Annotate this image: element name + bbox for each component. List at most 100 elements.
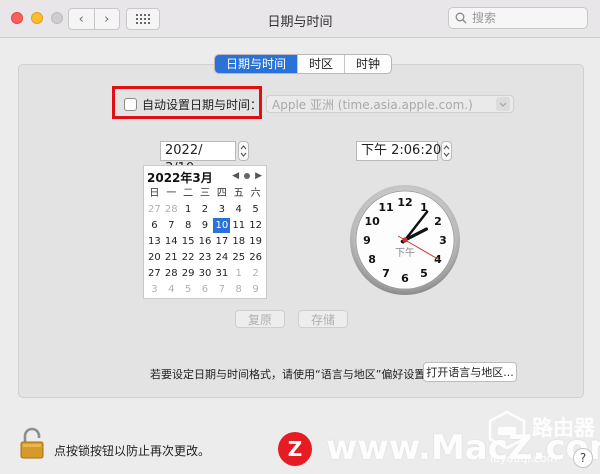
calendar-day[interactable]: 6: [146, 218, 163, 233]
calendar-day[interactable]: 20: [146, 250, 163, 265]
calendar-day[interactable]: 27: [146, 266, 163, 281]
calendar-day[interactable]: 10: [213, 218, 231, 233]
calendar-day[interactable]: 26: [247, 250, 264, 265]
calendar-header: 2022年3月 ◀ ▶: [144, 166, 266, 186]
calendar-day[interactable]: 27: [146, 202, 163, 217]
format-hint: 若要设定日期与时间格式，请使用“语言与地区”偏好设置。: [150, 368, 437, 381]
calendar: 2022年3月 ◀ ▶ 日一二三四五六 27 28 1 2 3 4 5 6 7 8 9 10 11 12 13…: [143, 165, 267, 299]
calendar-prev-button[interactable]: ◀: [232, 171, 239, 181]
calendar-day[interactable]: 8: [180, 218, 197, 233]
time-field[interactable]: 下午 2:06:20: [356, 141, 441, 161]
stepper-up-icon[interactable]: [240, 145, 247, 150]
lock-hint: 点按锁按钮以防止再次更改。: [54, 444, 211, 458]
calendar-day[interactable]: 2: [247, 266, 264, 281]
calendar-weekday: 五: [233, 188, 244, 199]
calendar-day[interactable]: 5: [180, 282, 197, 297]
calendar-day[interactable]: 23: [197, 250, 214, 265]
time-server-select: Apple 亚洲 (time.asia.apple.com.): [266, 95, 514, 113]
calendar-grid: 日一二三四五六 27 28 1 2 3 4 5 6 7 8 9 10 11 12 13 14 15 16 17 18 19…: [144, 186, 266, 297]
lock-icon[interactable]: [19, 427, 45, 459]
calendar-day[interactable]: 22: [180, 250, 197, 265]
calendar-day[interactable]: 15: [180, 234, 197, 249]
calendar-day[interactable]: 24: [213, 250, 230, 265]
calendar-day[interactable]: 1: [180, 202, 197, 217]
clock-number: 10: [364, 215, 380, 228]
calendar-day[interactable]: 6: [197, 282, 214, 297]
calendar-day[interactable]: 7: [163, 218, 180, 233]
help-button[interactable]: ?: [573, 448, 593, 468]
clock-number: 12: [397, 196, 412, 209]
calendar-month: 2022年3月: [147, 171, 213, 185]
time-stepper[interactable]: [441, 141, 452, 161]
calendar-day[interactable]: 17: [213, 234, 230, 249]
calendar-day[interactable]: 28: [163, 202, 180, 217]
clock-ampm: 下午: [395, 246, 415, 259]
calendar-weekday: 二: [183, 188, 194, 199]
search-field[interactable]: [448, 7, 588, 29]
clock-number: 6: [401, 272, 409, 285]
calendar-nav: ◀ ▶: [232, 171, 262, 181]
calendar-weekday: 三: [199, 188, 210, 199]
calendar-day[interactable]: 18: [230, 234, 247, 249]
calendar-day[interactable]: 9: [197, 218, 214, 233]
calendar-day[interactable]: 2: [197, 202, 214, 217]
calendar-day[interactable]: 25: [230, 250, 247, 265]
router-logo: [488, 410, 526, 450]
calendar-day[interactable]: 3: [146, 282, 163, 297]
calendar-day[interactable]: 4: [230, 202, 247, 217]
stepper-down-icon[interactable]: [443, 152, 450, 157]
calendar-day[interactable]: 14: [163, 234, 180, 249]
calendar-day[interactable]: 28: [163, 266, 180, 281]
clock-number: 11: [378, 201, 393, 214]
tab-time-zone[interactable]: 时区: [297, 55, 344, 73]
calendar-day[interactable]: 5: [247, 202, 264, 217]
clock-number: 2: [434, 215, 442, 228]
clock-number: 5: [420, 267, 428, 280]
calendar-day[interactable]: 16: [197, 234, 214, 249]
analog-clock: 121234567891011 下午: [350, 185, 460, 295]
open-language-region-button[interactable]: 打开语言与地区...: [423, 362, 517, 382]
tab-date-time[interactable]: 日期与时间: [215, 55, 298, 73]
calendar-day[interactable]: 31: [213, 266, 230, 281]
calendar-day[interactable]: 7: [213, 282, 230, 297]
clock-number: 7: [382, 267, 390, 280]
stepper-up-icon[interactable]: [443, 145, 450, 150]
calendar-day[interactable]: 13: [146, 234, 163, 249]
time-server-value: Apple 亚洲 (time.asia.apple.com.): [272, 97, 473, 112]
macz-logo-letter: Z: [287, 437, 303, 461]
content-panel: [18, 64, 584, 398]
title-bar: ‹ › 日期与时间: [0, 0, 600, 38]
highlight-box: [112, 86, 262, 119]
calendar-day[interactable]: 29: [180, 266, 197, 281]
router-domain: luyouqi.com: [490, 452, 558, 465]
clock-center: [402, 237, 408, 243]
calendar-day[interactable]: 11: [230, 218, 247, 233]
calendar-day[interactable]: 12: [247, 218, 264, 233]
clock-number: 8: [368, 253, 376, 266]
calendar-today-button[interactable]: [244, 173, 251, 179]
search-input[interactable]: [472, 11, 582, 25]
calendar-day[interactable]: 9: [247, 282, 264, 297]
stepper-down-icon[interactable]: [240, 152, 247, 157]
calendar-weekday: 六: [250, 188, 261, 199]
calendar-weekday: 日: [149, 188, 160, 199]
tab-clock[interactable]: 时钟: [344, 55, 391, 73]
calendar-next-button[interactable]: ▶: [255, 171, 262, 181]
calendar-day[interactable]: 4: [163, 282, 180, 297]
calendar-day[interactable]: 8: [230, 282, 247, 297]
calendar-weekday: 一: [166, 188, 177, 199]
tab-bar: 日期与时间 时区 时钟: [214, 54, 393, 74]
date-stepper[interactable]: [238, 141, 249, 161]
save-button[interactable]: 存储: [298, 310, 348, 328]
calendar-day[interactable]: 30: [197, 266, 214, 281]
clock-number: 3: [439, 234, 447, 247]
calendar-weekday: 四: [216, 188, 227, 199]
revert-button[interactable]: 复原: [235, 310, 285, 328]
calendar-day[interactable]: 3: [213, 202, 230, 217]
calendar-day[interactable]: 19: [247, 234, 264, 249]
search-icon: [455, 12, 467, 24]
calendar-day[interactable]: 21: [163, 250, 180, 265]
date-field[interactable]: 2022/ 3/10: [160, 141, 236, 176]
calendar-day[interactable]: 1: [230, 266, 247, 281]
macz-logo: Z: [278, 432, 312, 466]
